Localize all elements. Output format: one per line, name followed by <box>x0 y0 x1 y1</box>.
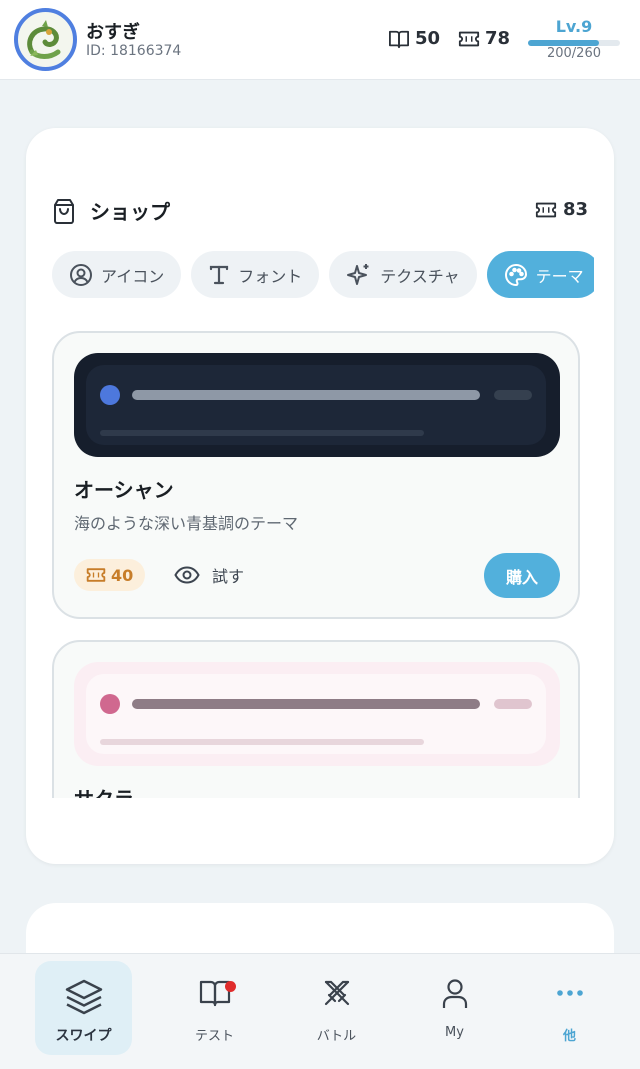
user-id: ID: 18166374 <box>86 43 182 59</box>
layers-icon <box>65 979 102 1015</box>
avatar[interactable] <box>14 8 77 71</box>
buy-button[interactable]: 購入 <box>484 553 560 598</box>
palette-icon <box>504 263 527 286</box>
nav-label: バトル <box>316 1029 357 1044</box>
notification-dot <box>225 981 236 992</box>
nav-label: スワイプ <box>55 1028 112 1044</box>
user-circle-icon <box>70 263 92 286</box>
tickets-stat[interactable]: 78 <box>458 28 510 49</box>
user-icon <box>442 979 467 1008</box>
shop-header: ショップ <box>52 196 170 225</box>
shop-title: ショップ <box>90 200 170 224</box>
tab-texture[interactable]: テクスチャ <box>329 251 477 298</box>
books-count: 50 <box>415 28 441 49</box>
price-value: 40 <box>111 565 134 585</box>
tab-icon[interactable]: アイコン <box>52 251 182 298</box>
nav-label: 他 <box>562 1029 576 1044</box>
sparkles-icon <box>347 263 369 285</box>
shop-item-sakura[interactable]: サクラ <box>52 640 580 798</box>
item-name: サクラ <box>74 783 134 798</box>
more-dots-icon <box>556 990 583 996</box>
book-open-icon <box>388 30 409 48</box>
shop-item-list[interactable]: オーシャン 海のような深い青基調のテーマ 40 試す 購入 <box>52 331 580 798</box>
nav-my[interactable]: My <box>406 961 503 1055</box>
tab-label: フォント <box>238 266 303 286</box>
ticket-icon <box>458 31 480 46</box>
nav-more[interactable]: 他 <box>521 961 618 1055</box>
dragon-avatar-icon <box>27 20 61 59</box>
tickets-count: 78 <box>485 28 511 49</box>
level-indicator: Lv.9 200/260 <box>528 17 620 61</box>
ticket-icon <box>535 202 557 217</box>
tab-label: テクスチャ <box>380 266 460 286</box>
item-description: 海のような深い青基調のテーマ <box>74 514 299 533</box>
tab-theme[interactable]: テーマ <box>486 251 594 298</box>
item-name: オーシャン <box>74 478 174 502</box>
tab-label: テーマ <box>535 266 584 286</box>
user-name: おすぎ <box>86 22 140 43</box>
nav-swipe[interactable]: スワイプ <box>35 961 132 1055</box>
bottom-navigation: スワイプ テスト バトル My 他 <box>0 953 640 1069</box>
theme-preview <box>74 662 560 766</box>
nav-label: My <box>445 1025 464 1040</box>
eye-icon <box>174 566 200 584</box>
level-xp: 200/260 <box>546 46 601 61</box>
try-label: 試す <box>212 567 245 586</box>
text-icon <box>210 265 229 284</box>
nav-battle[interactable]: バトル <box>288 961 385 1055</box>
shop-item-ocean[interactable]: オーシャン 海のような深い青基調のテーマ 40 試す 購入 <box>52 331 580 619</box>
level-label: Lv.9 <box>555 17 593 36</box>
nav-label: テスト <box>194 1029 234 1044</box>
books-stat[interactable]: 50 <box>388 28 440 49</box>
nav-test[interactable]: テスト <box>166 961 263 1055</box>
tab-label: アイコン <box>101 266 165 286</box>
shop-card: ショップ 83 アイコン フォント テクスチャ テーマ オーシャン 海のような深… <box>26 128 614 864</box>
shop-balance-value: 83 <box>562 199 588 220</box>
tab-font[interactable]: フォント <box>191 251 320 298</box>
top-bar: おすぎ ID: 18166374 50 78 Lv.9 200/260 <box>0 0 640 80</box>
shopping-bag-icon <box>54 198 74 224</box>
theme-preview <box>74 353 560 457</box>
try-button[interactable]: 試す <box>174 563 244 587</box>
swords-icon <box>324 980 349 1006</box>
ticket-icon <box>86 568 106 582</box>
price-badge: 40 <box>74 559 146 591</box>
shop-balance: 83 <box>535 199 588 220</box>
category-tabs[interactable]: アイコン フォント テクスチャ テーマ <box>52 251 594 299</box>
